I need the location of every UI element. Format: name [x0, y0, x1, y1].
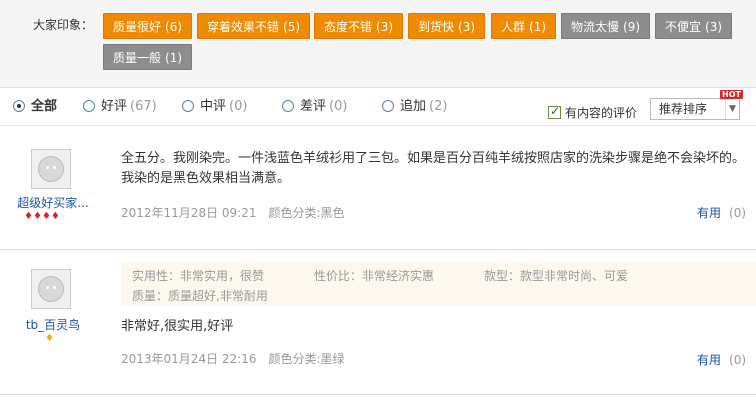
buyer-level-icon: ♦♦♦♦	[24, 211, 60, 222]
has-content-label: 有内容的评价	[565, 106, 638, 120]
impression-tag[interactable]: 不便宜 (3)	[655, 13, 733, 39]
impression-tag[interactable]: 质量很好 (6)	[103, 13, 193, 39]
review-sku: 颜色分类:黑色	[268, 206, 345, 220]
filter-bad-count: (0)	[329, 99, 348, 114]
sort-select[interactable]: 推荐排序 ▼	[650, 98, 740, 120]
radio-icon	[382, 100, 394, 112]
impressions-panel: 大家印象： 质量很好 (6) 穿着效果不错 (5) 态度不错 (3) 到货快 (3) 人…	[0, 0, 756, 88]
filter-good[interactable]: 好评 (67)	[83, 98, 157, 116]
filter-good-label: 好评	[101, 99, 128, 114]
avatar[interactable]	[31, 149, 71, 189]
filter-mid[interactable]: 中评 (0)	[182, 98, 247, 116]
impression-tag-count: (3)	[705, 20, 723, 34]
impression-tag-count: (5)	[283, 20, 301, 34]
buyer-level-icon: ♦	[45, 333, 54, 344]
impression-tag[interactable]: 人群 (1)	[491, 13, 557, 39]
attr-practical: 实用性：非常实用，很赞	[132, 269, 265, 283]
filter-good-count: (67)	[130, 99, 157, 114]
hot-badge: HOT	[720, 90, 743, 99]
review-date: 2013年01月24日 22:16	[121, 352, 257, 366]
useful-label: 有用	[697, 206, 722, 220]
review-content: 全五分。我刚染完。一件浅蓝色羊绒衫用了三包。如果是百分百纯羊绒按照店家的洗染步骤…	[121, 151, 746, 186]
reviewer-name[interactable]: 超级好买家...	[14, 194, 92, 211]
impression-tag-label: 态度不错	[324, 20, 373, 34]
impression-tag[interactable]: 态度不错 (3)	[314, 13, 404, 39]
attr-style: 款型：款型非常时尚、可爱	[484, 269, 629, 283]
attr-value: 性价比：非常经济实惠	[314, 269, 435, 283]
useful-button[interactable]: 有用 (0)	[697, 351, 746, 368]
radio-icon	[282, 100, 294, 112]
filter-mid-label: 中评	[200, 99, 227, 114]
radio-selected-icon	[13, 100, 25, 112]
review-item: tb_百灵鸟 ♦ 实用性：非常实用，很赞 性价比：非常经济实惠 款型：款型非常时…	[0, 255, 756, 395]
impression-tag-label: 不便宜	[665, 20, 702, 34]
review-item: 超级好买家... ♦♦♦♦ 全五分。我刚染完。一件浅蓝色羊绒衫用了三包。如果是百…	[0, 140, 756, 250]
filter-bad-label: 差评	[300, 99, 327, 114]
reviewer-name[interactable]: tb_百灵鸟	[14, 316, 92, 333]
impression-tag-label: 质量很好	[113, 20, 162, 34]
impression-tag-count: (3)	[458, 20, 476, 34]
impression-tag[interactable]: 穿着效果不错 (5)	[197, 13, 311, 39]
has-content-checkbox[interactable]: 有内容的评价	[548, 104, 637, 121]
review-sku: 颜色分类:墨绿	[268, 352, 345, 366]
useful-count: (0)	[729, 206, 747, 220]
review-date: 2012年11月28日 09:21	[121, 206, 257, 220]
filter-bad[interactable]: 差评 (0)	[282, 98, 347, 116]
impression-tag-count: (9)	[623, 20, 641, 34]
impression-tag-label: 物流太慢	[571, 20, 620, 34]
checkbox-checked-icon	[548, 104, 561, 119]
filter-all-label: 全部	[31, 99, 58, 114]
impression-tag[interactable]: 物流太慢 (9)	[561, 13, 651, 39]
impressions-title: 大家印象：	[33, 18, 94, 32]
impression-tag[interactable]: 质量一般 (1)	[103, 44, 193, 70]
filter-append-count: (2)	[429, 99, 448, 114]
useful-count: (0)	[729, 353, 747, 367]
review-meta: 2013年01月24日 22:16 颜色分类:墨绿	[121, 350, 345, 367]
filter-append[interactable]: 追加 (2)	[382, 98, 447, 116]
attr-quality: 质量：质量超好,非常耐用	[132, 289, 268, 303]
useful-label: 有用	[697, 353, 722, 367]
filter-all[interactable]: 全部	[13, 98, 57, 116]
sort-select-value: 推荐排序	[659, 102, 708, 116]
impression-tag-count: (6)	[165, 20, 183, 34]
avatar[interactable]	[31, 269, 71, 309]
impression-tag-label: 到货快	[418, 20, 455, 34]
review-attributes: 实用性：非常实用，很赞 性价比：非常经济实惠 款型：款型非常时尚、可爱 质量：质…	[121, 262, 756, 306]
impression-tag-count: (1)	[529, 20, 547, 34]
useful-button[interactable]: 有用 (0)	[697, 204, 746, 221]
impression-tag[interactable]: 到货快 (3)	[408, 13, 486, 39]
default-avatar-icon	[38, 276, 64, 302]
radio-icon	[182, 100, 194, 112]
impression-tag-label: 穿着效果不错	[207, 20, 280, 34]
radio-icon	[83, 100, 95, 112]
impression-tag-label: 人群	[501, 20, 526, 34]
impression-tag-count: (3)	[376, 20, 394, 34]
review-meta: 2012年11月28日 09:21 颜色分类:黑色	[121, 204, 345, 221]
review-content: 非常好,很实用,好评	[121, 319, 234, 334]
default-avatar-icon	[38, 156, 64, 182]
filter-append-label: 追加	[400, 99, 427, 114]
chevron-down-icon: ▼	[725, 99, 739, 119]
impression-tag-count: (1)	[165, 51, 183, 65]
impression-tag-label: 质量一般	[113, 51, 162, 65]
filter-mid-count: (0)	[229, 99, 248, 114]
